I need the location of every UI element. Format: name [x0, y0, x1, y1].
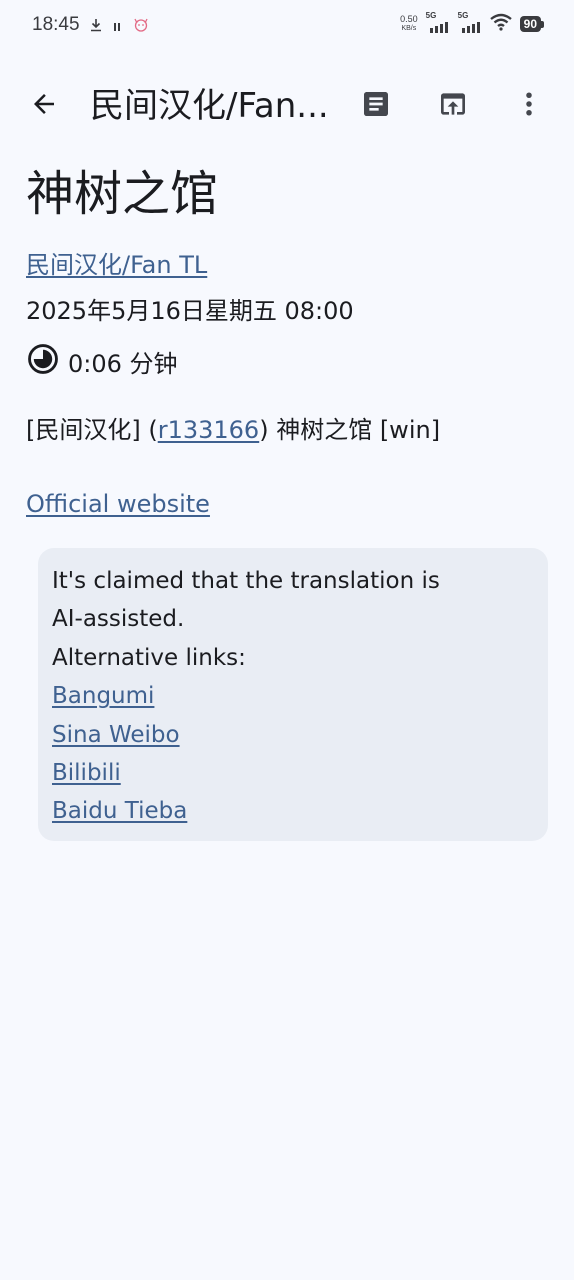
wifi-icon — [489, 13, 512, 35]
note-line-1: It's claimed that the translation is — [52, 568, 440, 594]
status-right-icons: 0.50 KB/s 5G 5G 90 — [400, 11, 544, 35]
baidu-tieba-link[interactable]: Baidu Tieba — [52, 792, 534, 830]
bangumi-link[interactable]: Bangumi — [52, 677, 534, 715]
status-time: 18:45 — [32, 14, 80, 35]
description: [民间汉化] (r133166) 神树之馆 [win] — [26, 413, 548, 447]
description-prefix: [民间汉化] ( — [26, 416, 158, 444]
net-speed-value: 0.50 — [400, 14, 418, 24]
article-content: 神树之馆 民间汉化/Fan TL 2025年5月16日星期五 08:00 0:0… — [26, 160, 548, 521]
signal-5g-2-label: 5G — [457, 11, 469, 20]
publish-date: 2025年5月16日星期五 08:00 — [26, 297, 354, 325]
more-options-button[interactable] — [505, 82, 553, 130]
signal-5g-1-label: 5G — [425, 11, 437, 20]
group-link[interactable]: 民间汉化/Fan TL — [26, 248, 207, 282]
battery-icon: 90 — [519, 16, 544, 32]
status-left-icons — [90, 15, 150, 37]
release-link[interactable]: r133166 — [158, 416, 259, 444]
net-speed-unit: KB/s — [401, 25, 417, 32]
note-line-2: AI-assisted. — [52, 606, 185, 633]
read-duration: 0:06 分钟 — [26, 342, 548, 385]
status-bar: 18:45 0.50 KB/s 5G 5G 90 — [0, 0, 574, 52]
net-speed: 0.50 KB/s — [400, 15, 418, 33]
note-line-3: Alternative links: — [52, 644, 246, 671]
more-vert-icon — [514, 89, 544, 123]
note-box: It's claimed that the translation is AI-… — [38, 548, 548, 841]
pause-icon — [112, 17, 122, 36]
description-suffix: ) 神树之馆 [win] — [259, 416, 441, 444]
article-title: 神树之馆 — [26, 166, 219, 222]
open-in-browser-button[interactable] — [429, 82, 477, 130]
arrow-back-icon — [29, 89, 59, 123]
sina-weibo-link[interactable]: Sina Weibo — [52, 716, 534, 754]
app-bar: 民间汉化/Fan... — [0, 64, 574, 144]
page-title: 民间汉化/Fan... — [90, 86, 329, 126]
open-in-new-icon — [437, 88, 469, 124]
battery-level: 90 — [519, 16, 541, 32]
article-icon — [360, 88, 392, 124]
reader-view-button[interactable] — [352, 82, 400, 130]
timer-icon — [26, 342, 60, 385]
duration-text: 0:06 分钟 — [68, 349, 178, 378]
bilibili-link[interactable]: Bilibili — [52, 754, 534, 792]
signal-5g-2-icon: 5G — [457, 11, 482, 34]
cat-app-icon — [132, 15, 150, 37]
download-icon — [90, 17, 102, 36]
back-button[interactable] — [20, 82, 68, 130]
official-website-link[interactable]: Official website — [26, 487, 210, 521]
signal-5g-1-icon: 5G — [425, 11, 450, 34]
